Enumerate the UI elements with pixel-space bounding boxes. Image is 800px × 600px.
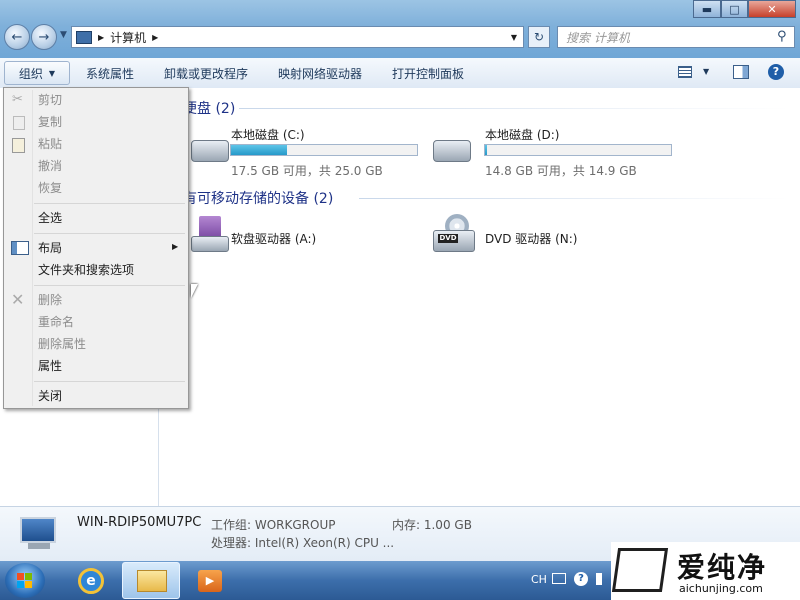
menu-item-copy[interactable]: 复制 <box>38 112 62 132</box>
taskbar-explorer-active[interactable] <box>122 562 180 599</box>
chevron-down-icon: ▼ <box>48 68 56 78</box>
keyboard-icon[interactable] <box>552 573 566 584</box>
organize-label: 组织 <box>18 66 43 81</box>
floppy-drive-base-icon <box>191 236 229 252</box>
map-network-drive-button[interactable]: 映射网络驱动器 <box>278 58 362 88</box>
floppy-disk-icon[interactable] <box>199 216 221 238</box>
menu-item-layout[interactable]: 布局 <box>38 238 62 258</box>
dvd-drive-name[interactable]: DVD 驱动器 (N:) <box>485 230 578 247</box>
menu-item-close[interactable]: 关闭 <box>38 386 62 406</box>
drive-d-usage-fill <box>485 145 487 155</box>
workgroup-label: 工作组: WORKGROUP <box>211 518 336 532</box>
menu-item-properties[interactable]: 属性 <box>38 356 62 376</box>
back-button[interactable]: ← <box>4 24 30 50</box>
processor-label: 处理器: Intel(R) Xeon(R) CPU ... <box>211 536 395 550</box>
layout-icon <box>11 241 29 255</box>
help-tray-icon[interactable]: ? <box>574 572 588 586</box>
submenu-arrow-icon: ▶ <box>172 242 179 251</box>
mouse-cursor-icon <box>191 284 198 298</box>
drive-d-usage-bar <box>484 144 672 156</box>
hard-drive-icon[interactable] <box>191 140 229 162</box>
floppy-drive-name[interactable]: 软盘驱动器 (A:) <box>231 230 316 247</box>
menu-separator <box>34 285 185 286</box>
group-divider <box>359 198 789 199</box>
help-icon[interactable]: ? <box>768 64 784 80</box>
memory-label: 内存: 1.00 GB <box>392 518 472 532</box>
menu-item-rename[interactable]: 重命名 <box>38 312 74 332</box>
dvd-badge-icon: DVD <box>438 234 458 243</box>
content-pane: 便盘 (2) 本地磁盘 (C:) 17.5 GB 可用，共 25.0 GB 本地… <box>159 88 800 506</box>
menu-item-cut[interactable]: 剪切 <box>38 90 62 110</box>
drive-c-name[interactable]: 本地磁盘 (C:) <box>231 126 305 143</box>
start-button[interactable] <box>5 563 45 598</box>
taskbar-media-player[interactable]: ▶ <box>182 562 240 599</box>
view-dropdown-icon[interactable]: ▼ <box>703 67 709 76</box>
tray-flag-icon[interactable] <box>596 573 602 585</box>
paste-icon <box>12 138 25 153</box>
watermark-url: aichunjing.com <box>679 582 763 595</box>
computer-stand-icon <box>28 543 50 549</box>
system-properties-button[interactable]: 系统属性 <box>86 58 134 88</box>
hard-drives-group-title[interactable]: 便盘 (2) <box>183 98 235 118</box>
drive-c-usage-fill <box>231 145 287 155</box>
drive-d-free: 14.8 GB 可用，共 14.9 GB <box>485 164 637 178</box>
breadcrumb-separator-icon: ▶ <box>152 32 159 42</box>
scissors-icon: ✂ <box>12 92 23 107</box>
computer-icon <box>76 30 92 44</box>
drive-c-free: 17.5 GB 可用，共 25.0 GB <box>231 164 383 178</box>
copy-icon <box>13 116 25 130</box>
watermark-brand: 爱纯净 <box>677 551 768 584</box>
command-bar: 组织 ▼ 系统属性 卸载或更改程序 映射网络驱动器 打开控制面板 ▼ ? <box>0 58 800 89</box>
menu-item-paste[interactable]: 粘贴 <box>38 134 62 154</box>
view-options-icon[interactable] <box>678 66 692 78</box>
uninstall-programs-button[interactable]: 卸载或更改程序 <box>164 58 248 88</box>
refresh-button[interactable]: ↻ <box>528 26 550 48</box>
menu-separator <box>34 381 185 382</box>
delete-icon: ✕ <box>11 290 25 309</box>
search-input[interactable]: 搜索 计算机 <box>557 26 795 48</box>
menu-item-select-all[interactable]: 全选 <box>38 208 62 228</box>
taskbar-internet-explorer[interactable]: e <box>62 562 120 599</box>
close-window-button[interactable]: ✕ <box>748 0 796 18</box>
computer-name: WIN-RDIP50MU7PC <box>77 515 202 530</box>
menu-item-undo[interactable]: 撤消 <box>38 156 62 176</box>
menu-item-delete[interactable]: 删除 <box>38 290 62 310</box>
breadcrumb-separator-icon: ▶ <box>98 32 105 42</box>
menu-item-remove-properties[interactable]: 删除属性 <box>38 334 86 354</box>
menu-item-folder-options[interactable]: 文件夹和搜索选项 <box>38 260 134 280</box>
watermark: 爱纯净 aichunjing.com <box>611 542 800 600</box>
minimize-button[interactable]: ▬ <box>693 0 721 18</box>
forward-button[interactable]: → <box>31 24 57 50</box>
internet-explorer-icon: e <box>78 568 104 594</box>
organize-button[interactable]: 组织 ▼ <box>4 61 70 85</box>
folder-icon <box>137 570 167 592</box>
breadcrumb-computer[interactable]: 计算机 <box>110 29 146 46</box>
group-divider <box>239 108 789 109</box>
computer-icon <box>20 517 56 543</box>
removable-group-title[interactable]: 有可移动存储的设备 (2) <box>183 188 333 208</box>
drive-d-name[interactable]: 本地磁盘 (D:) <box>485 126 559 143</box>
windows-logo-icon <box>17 573 24 580</box>
preview-pane-icon[interactable] <box>733 65 749 79</box>
hard-drive-icon[interactable] <box>433 140 471 162</box>
menu-separator <box>34 233 185 234</box>
language-indicator[interactable]: CH <box>531 573 547 586</box>
watermark-logo-icon <box>611 548 669 592</box>
dvd-drive-icon[interactable]: DVD <box>433 230 475 252</box>
media-player-icon: ▶ <box>198 570 222 592</box>
address-bar[interactable]: ▶ 计算机 ▶ ▼ <box>71 26 524 48</box>
address-dropdown-icon[interactable]: ▼ <box>511 33 517 42</box>
search-icon: ⚲ <box>777 29 787 44</box>
maximize-button[interactable]: □ <box>721 0 748 18</box>
drive-c-usage-bar <box>230 144 418 156</box>
menu-gutter <box>32 90 33 406</box>
open-control-panel-button[interactable]: 打开控制面板 <box>392 58 464 88</box>
history-dropdown-icon[interactable]: ▼ <box>60 30 67 40</box>
organize-menu: ✂ 剪切 复制 粘贴 撤消 恢复 全选 布局 ▶ 文件夹和搜索选项 ✕ 删除 重… <box>3 87 189 409</box>
menu-separator <box>34 203 185 204</box>
menu-item-redo[interactable]: 恢复 <box>38 178 62 198</box>
